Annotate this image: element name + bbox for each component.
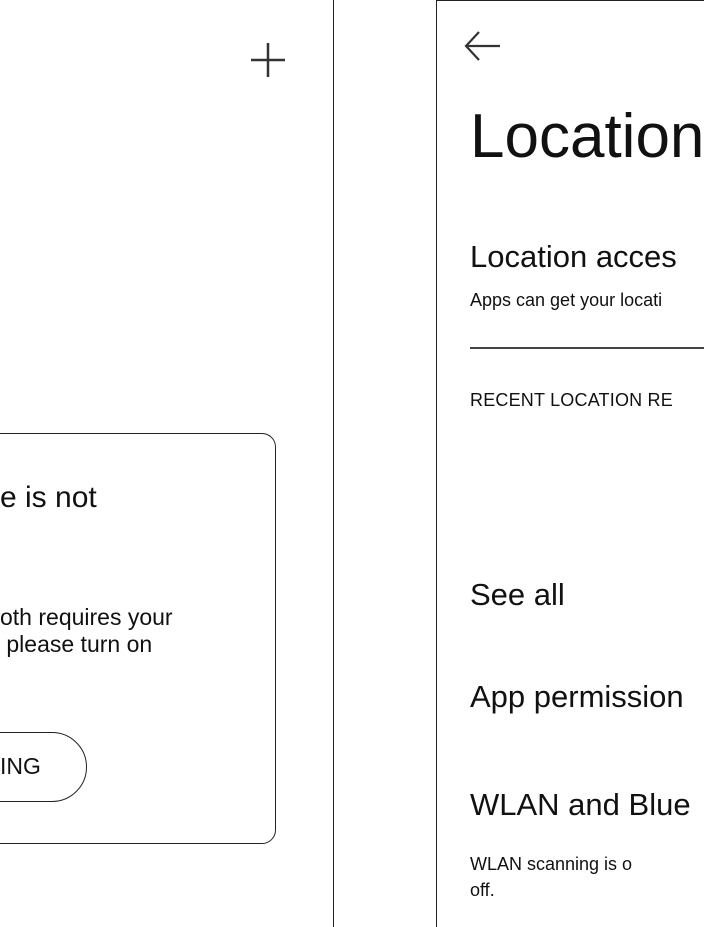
left-screen: e is not oth requires your please turn o… [0, 0, 334, 927]
location-access-subtitle: Apps can get your locati [470, 290, 663, 310]
recent-location-requests-header: RECENT LOCATION RE [470, 390, 673, 410]
turn-on-setting-button-label: ING [0, 753, 41, 779]
location-access-title: Location acces [470, 239, 677, 274]
app-permissions-item[interactable]: App permission [470, 679, 684, 715]
dialog-body-line: oth requires your [0, 604, 173, 630]
page-title: Location [470, 102, 704, 171]
wlan-bluetooth-subtitle: WLAN scanning is o off. [470, 851, 632, 903]
dialog-title: e is not [0, 481, 97, 514]
wlan-subtitle-line: WLAN scanning is o [470, 854, 633, 874]
wlan-subtitle-line: off. [470, 880, 495, 900]
wlan-bluetooth-title: WLAN and Blue [470, 787, 691, 822]
arrow-left-icon[interactable] [463, 29, 503, 63]
plus-icon[interactable] [248, 40, 288, 80]
dialog-body-line: please turn on [0, 631, 153, 657]
dialog-body: oth requires your please turn on [0, 604, 173, 658]
screen-gap [334, 0, 437, 927]
divider [470, 347, 704, 349]
right-screen: Location Location acces Apps can get you… [436, 0, 704, 927]
see-all-item[interactable]: See all [470, 577, 565, 613]
